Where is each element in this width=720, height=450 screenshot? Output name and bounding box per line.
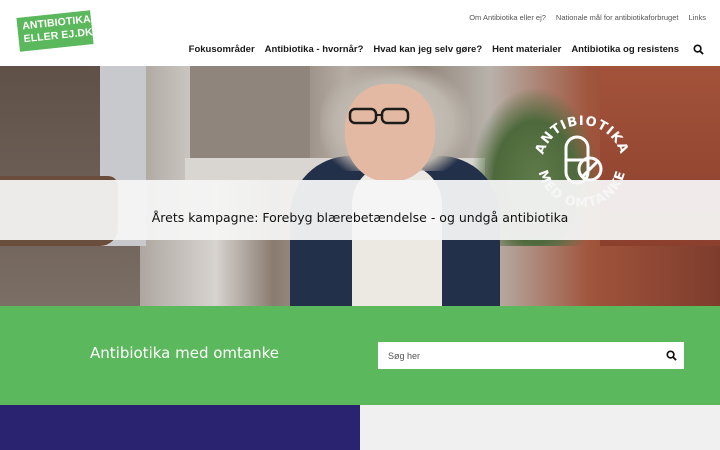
feature-panel-right: [360, 405, 720, 450]
hero-background-window: [190, 66, 310, 166]
pill-icon: [564, 135, 603, 185]
nav-item-when-antibiotics[interactable]: Antibiotika - hvornår?: [265, 44, 364, 55]
search-form: [378, 342, 684, 369]
search-icon: [665, 350, 677, 361]
nav-item-materials[interactable]: Hent materialer: [492, 44, 561, 55]
page: ANTIBIOTIKA ELLER EJ.DK Om Antibiotika e…: [0, 0, 720, 450]
search-section: Antibiotika med omtanke: [0, 306, 720, 405]
utility-link-national-goals[interactable]: Nationale mål for antibiotikaforbruget: [556, 13, 679, 22]
svg-text:ANTIBIOTIKA: ANTIBIOTIKA: [533, 114, 632, 157]
search-icon[interactable]: [693, 44, 704, 55]
hero-person-glasses: [348, 107, 410, 125]
utility-link-about[interactable]: Om Antibiotika eller ej?: [469, 13, 546, 22]
feature-panel-left: [0, 405, 360, 450]
hero-person-face: [345, 84, 435, 182]
site-header: ANTIBIOTIKA ELLER EJ.DK Om Antibiotika e…: [0, 0, 720, 66]
utility-link-links[interactable]: Links: [688, 13, 706, 22]
nav-item-focus-areas[interactable]: Fokusområder: [189, 44, 255, 55]
section-title: Antibiotika med omtanke: [90, 344, 279, 362]
search-input[interactable]: [378, 342, 658, 369]
nav-item-self-help[interactable]: Hvad kan jeg selv gøre?: [373, 44, 482, 55]
nav-item-resistance[interactable]: Antibiotika og resistens: [571, 44, 679, 55]
main-nav: Fokusområder Antibiotika - hvornår? Hvad…: [189, 44, 704, 55]
site-logo[interactable]: ANTIBIOTIKA ELLER EJ.DK: [16, 10, 94, 52]
stamp-text-top: ANTIBIOTIKA: [533, 114, 631, 157]
utility-nav: Om Antibiotika eller ej? Nationale mål f…: [469, 13, 706, 22]
search-submit-button[interactable]: [658, 342, 684, 369]
campaign-headline[interactable]: Årets kampagne: Forebyg blærebetændelse …: [0, 210, 720, 225]
